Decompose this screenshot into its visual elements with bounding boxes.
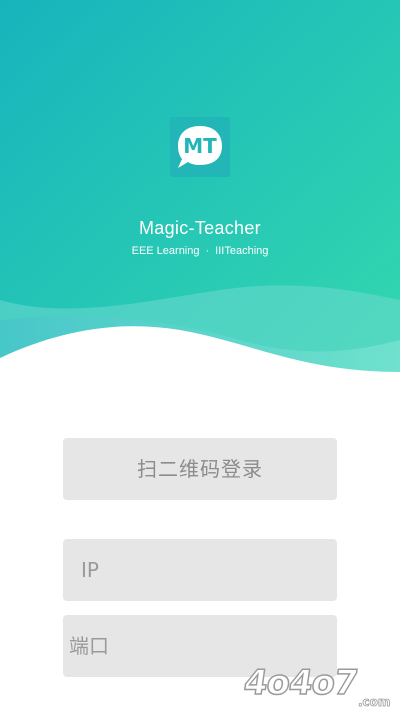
tagline-separator: · (205, 245, 210, 257)
scan-qr-login-button[interactable]: 扫二维码登录 (63, 438, 337, 500)
ip-placeholder: IP (81, 558, 99, 582)
header-background (0, 0, 400, 380)
app-name: Magic-Teacher (139, 218, 261, 238)
watermark-suffix: .com (358, 695, 390, 709)
app-logo: MT (170, 117, 230, 177)
tagline-right: IIITeaching (215, 245, 269, 257)
header-banner: MT Magic-Teacher EEE Learning · IIITeachin… (0, 0, 400, 380)
tagline-left: EEE Learning (131, 245, 200, 257)
tagline: EEE Learning · IIITeaching (0, 245, 400, 257)
port-placeholder: 端口 (69, 634, 109, 658)
logo-text: MT (183, 134, 217, 158)
ip-input[interactable]: IP (63, 539, 337, 601)
speech-bubble-logo-icon: MT (178, 126, 222, 168)
site-watermark-logo: 4o4o7 .com (241, 662, 391, 709)
watermark-text: 4o4o7 (241, 663, 359, 703)
